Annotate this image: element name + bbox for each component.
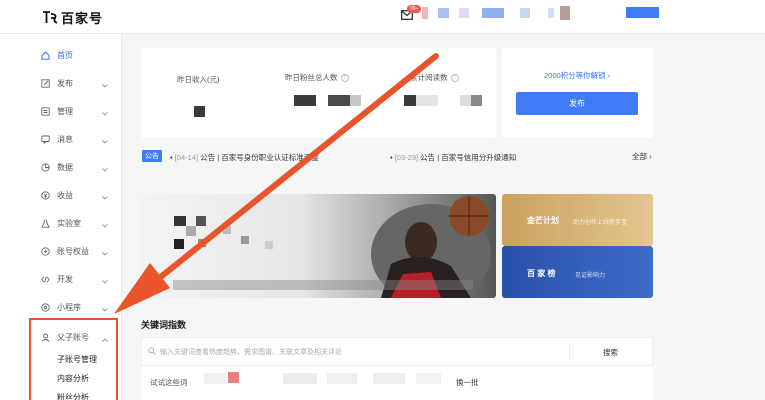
rights-icon (41, 246, 50, 256)
notice-all-link[interactable]: 全部 › (632, 151, 652, 162)
search-icon (148, 347, 156, 357)
sidebar-item-rights[interactable]: 账号权益 (0, 237, 122, 265)
unlock-link[interactable]: 2000积分等你解锁 › (544, 70, 610, 81)
manage-icon (41, 106, 50, 116)
chevron-down-icon (102, 109, 108, 116)
banner-golden-title: 金芒计划 (527, 216, 559, 225)
chevron-down-icon (102, 277, 108, 284)
sidebar-item-label: 实验室 (57, 218, 81, 228)
sidebar-item-label: 账号权益 (57, 246, 89, 256)
sidebar-item-data[interactable]: 数据 (0, 153, 122, 181)
sidebar-item-label: 首页 (57, 50, 73, 60)
stat-value-fans-c (350, 95, 361, 106)
publish-button[interactable]: 发布 (516, 92, 638, 115)
stat-value-reads-a (404, 95, 416, 106)
notice-tag: 公告 (142, 150, 162, 162)
keyword-search-box: 输入关键词查看热度趋势、需求图谱、关联文章及相关评论 搜索 (141, 337, 653, 366)
header-blur-3 (482, 8, 504, 18)
sidebar-item-label: 发布 (57, 78, 73, 88)
sidebar-item-message[interactable]: 消息 (0, 125, 122, 153)
keyword-chip[interactable] (327, 373, 357, 384)
keyword-chip[interactable] (283, 373, 317, 384)
baijiahao-logo-icon (42, 10, 58, 25)
sidebar-item-label: 收益 (57, 190, 73, 200)
keyword-index-title: 关键词指数 (141, 320, 187, 330)
sidebar-item-label: 小程序 (57, 302, 81, 312)
keyword-chip[interactable] (416, 373, 441, 384)
logo[interactable]: 百家号 (42, 8, 103, 27)
header-blur-5 (548, 8, 554, 18)
publish-icon (41, 78, 50, 88)
chevron-down-icon (102, 81, 108, 88)
chevron-down-icon (102, 221, 108, 228)
chevron-down-icon (102, 165, 108, 172)
stat-label-income: 昨日收入(元) (177, 75, 220, 84)
try-words-label: 试试这些词 (150, 378, 188, 387)
chevron-down-icon (102, 249, 108, 256)
help-icon[interactable]: ? (340, 74, 349, 83)
stat-value-fans-b (328, 95, 350, 106)
stat-value-reads-d (471, 95, 482, 106)
sidebar-item-label: 开发 (57, 274, 73, 284)
sidebar-item-manage[interactable]: 管理 (0, 97, 122, 125)
keyword-chip[interactable] (204, 373, 226, 384)
chevron-down-icon (102, 137, 108, 144)
mail-badge: 99+ (407, 5, 422, 13)
sidebar-item-miniapp[interactable]: 小程序 (0, 293, 122, 321)
keyword-chip[interactable] (373, 373, 405, 384)
refresh-button[interactable]: 换一批 (456, 377, 479, 388)
main-banner[interactable] (141, 194, 496, 298)
search-divider (569, 344, 570, 360)
keyword-suggestion-row: 试试这些词 换一批 (141, 366, 653, 400)
search-input[interactable]: 输入关键词查看热度趋势、需求图谱、关联文章及相关评论 (160, 347, 342, 357)
sidebar-item-label: 管理 (57, 106, 73, 116)
data-icon (41, 162, 50, 172)
keyword-chip[interactable] (228, 372, 239, 383)
sidebar-item-lab[interactable]: 实验室 (0, 209, 122, 237)
stat-value-income (194, 106, 205, 117)
search-button[interactable]: 搜索 (603, 347, 618, 358)
chevron-down-icon (102, 193, 108, 200)
stats-card (141, 48, 496, 138)
sidebar-item-label: 消息 (57, 134, 73, 144)
header-blur-1 (438, 8, 449, 18)
stat-label-reads: 累计阅读数? (410, 72, 459, 83)
miniapp-icon (41, 302, 50, 312)
banner-ranking-sub: 见证影响力 (575, 273, 606, 279)
sidebar-item-develop[interactable]: 开发 (0, 265, 122, 293)
home-icon (41, 50, 50, 60)
stat-label-fans: 昨日粉丝总人数? (285, 72, 349, 83)
income-icon (41, 190, 50, 200)
logo-text: 百家号 (61, 11, 104, 26)
header-blur-6 (560, 6, 570, 20)
sidebar-item-home[interactable]: 首页 (0, 41, 122, 69)
avatar[interactable] (422, 7, 428, 19)
stat-value-reads-c (460, 95, 471, 106)
sidebar-item-publish[interactable]: 发布 (0, 69, 122, 97)
top-header: 百家号 99+ (0, 0, 765, 34)
header-blur-button[interactable] (626, 7, 659, 18)
help-icon[interactable]: ? (450, 74, 459, 83)
banner-golden-sub: 助力创作上线新手宝 (573, 220, 628, 226)
notice-item-1[interactable]: • [04-14] 公告 | 百家号身份职业认证标准调整 (170, 152, 319, 163)
sidebar-item-label: 数据 (57, 162, 73, 172)
banner-player-image (173, 196, 491, 298)
stat-value-fans-a (294, 95, 316, 106)
highlight-box (29, 318, 118, 400)
header-blur-4 (520, 8, 530, 18)
lab-icon (41, 219, 50, 228)
header-blur-2 (459, 8, 469, 18)
sidebar-item-income[interactable]: 收益 (0, 181, 122, 209)
message-icon (41, 135, 50, 144)
chevron-down-icon (102, 305, 108, 312)
code-icon (41, 275, 50, 284)
banner-ranking-title: 百 家 榜 (527, 269, 556, 278)
stat-value-reads-b (416, 95, 438, 106)
notice-item-2[interactable]: • [03-29] 公告 | 百家号信用分升级通知 (390, 152, 516, 163)
